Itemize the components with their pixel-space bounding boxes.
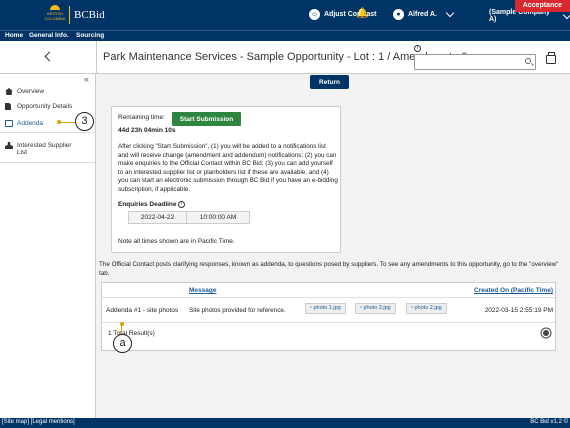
remaining-time-label: Remaining time:: [118, 114, 165, 121]
enquiries-deadline-heading: Enquiries Deadline i: [118, 201, 186, 208]
sidebar-item-overview[interactable]: Overview: [0, 88, 95, 95]
sidebar-item-label: Overview: [17, 88, 45, 95]
submission-instructions: After clicking "Start Submission", (1) y…: [118, 143, 338, 193]
return-button[interactable]: Return: [310, 75, 349, 89]
sidebar-item-label: Addenda: [17, 120, 44, 127]
sidebar-item-label: Interested Supplier List: [17, 142, 72, 156]
submission-card: Remaining time: Start Submission 44d 23h…: [111, 106, 341, 253]
table-row[interactable]: Addenda #1 - site photos Site photos pro…: [102, 297, 555, 323]
adjust-contrast-label: Adjust Contrast: [324, 11, 377, 18]
main-nav: Home General Info. Sourcing: [0, 30, 570, 41]
column-header-message[interactable]: Message: [189, 287, 216, 294]
user-menu[interactable]: ● Alfred A.: [393, 8, 455, 20]
info-icon[interactable]: i: [178, 201, 186, 208]
search-input[interactable]: [414, 54, 536, 70]
list-icon: [5, 120, 13, 127]
print-icon[interactable]: [546, 52, 556, 64]
acceptance-badge: Acceptance: [514, 0, 570, 12]
bcbid-logo[interactable]: BRITISH COLUMBIA BCBid: [44, 5, 105, 25]
user-name: Alfred A.: [408, 11, 437, 18]
version-label: BC Bid v1.2 ©: [530, 419, 568, 425]
nav-home[interactable]: Home: [5, 32, 23, 39]
timezone-note: Note all times shown are in Pacific Time…: [118, 238, 235, 245]
chevron-down-icon: [445, 8, 455, 18]
page-title: Park Maintenance Services - Sample Oppor…: [103, 51, 468, 63]
back-chevron-icon[interactable]: [44, 51, 55, 62]
supplier-list-icon: [5, 142, 13, 149]
main-content: Return Remaining time: Start Submission …: [97, 75, 570, 418]
brand-name: BCBid: [74, 9, 105, 21]
addenda-message: Site photos provided for reference.: [189, 307, 286, 314]
addenda-table: Message Created On (Pacific Time) Addend…: [101, 282, 556, 351]
created-on-value: 2022-03-15 2:55:19 PM: [484, 307, 553, 314]
sidebar-item-label: Opportunity Details: [17, 103, 73, 110]
bc-emblem-icon: BRITISH COLUMBIA: [44, 5, 66, 25]
nav-general-info[interactable]: General Info.: [29, 32, 69, 39]
title-bar: Park Maintenance Services - Sample Oppor…: [0, 41, 570, 74]
gear-icon[interactable]: [543, 330, 549, 336]
accessibility-icon: ☺: [309, 9, 320, 20]
notification-bell-icon[interactable]: 🔔: [356, 8, 368, 20]
enquiries-time-field: 10:00:00 AM: [186, 211, 250, 224]
attachment-link[interactable]: ▫ photo 2.jpg: [406, 303, 447, 314]
attachment-link[interactable]: ▫ photo 3.jpg: [355, 303, 396, 314]
remaining-time-value: 44d 23h 04min 10s: [118, 127, 176, 134]
home-icon: [5, 88, 13, 95]
collapse-sidebar-icon[interactable]: «: [84, 74, 89, 84]
info-icon[interactable]: i: [414, 45, 421, 52]
footer: [Site map] [Legal mentions] BC Bid v1.2 …: [0, 418, 570, 428]
addenda-intro-text: The Official Contact posts clarifying re…: [99, 261, 559, 277]
sidebar-item-opportunity-details[interactable]: Opportunity Details: [0, 103, 95, 110]
nav-sourcing[interactable]: Sourcing: [76, 32, 104, 39]
sidebar-item-interested-supplier-list[interactable]: Interested Supplier List: [0, 142, 78, 156]
document-icon: [5, 103, 11, 110]
callout-3: 3: [75, 112, 94, 131]
attachment-link[interactable]: ▫ photo 1.jpg: [305, 303, 346, 314]
enquiries-date-field: 2022-04-22: [128, 211, 187, 224]
user-avatar-icon: ●: [393, 9, 404, 20]
start-submission-button[interactable]: Start Submission: [172, 112, 241, 126]
column-header-created-on[interactable]: Created On (Pacific Time): [474, 287, 553, 294]
top-header: BRITISH COLUMBIA BCBid ☺ Adjust Contrast…: [0, 0, 570, 30]
callout-a: a: [113, 334, 132, 353]
search-icon[interactable]: [525, 58, 531, 64]
footer-links[interactable]: [Site map] [Legal mentions]: [2, 419, 75, 425]
addenda-title[interactable]: Addenda #1 - site photos: [106, 307, 178, 314]
